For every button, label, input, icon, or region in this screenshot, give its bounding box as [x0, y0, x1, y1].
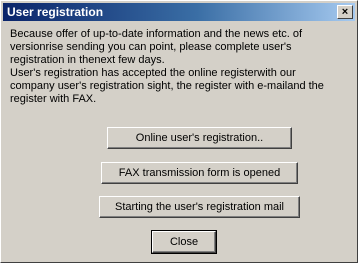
- message-line: versionrise sending you can point, pleas…: [10, 41, 292, 53]
- message-line: Because offer of up-to-date information …: [10, 28, 303, 40]
- message-line: register with FAX.: [10, 93, 97, 105]
- registration-dialog: User registration × Because offer of up-…: [0, 0, 358, 263]
- online-registration-button[interactable]: Online user's registration..: [107, 127, 292, 149]
- registration-message: Because offer of up-to-date information …: [10, 28, 350, 106]
- message-line: User's registration has accepted the onl…: [10, 67, 296, 79]
- title-bar[interactable]: User registration ×: [3, 3, 355, 21]
- close-icon[interactable]: ×: [337, 5, 353, 19]
- close-button[interactable]: Close: [151, 230, 217, 254]
- message-line: registration in thenext few days.: [10, 54, 165, 66]
- registration-mail-button[interactable]: Starting the user's registration mail: [99, 196, 300, 218]
- message-line: company user's registration sight, the r…: [10, 80, 324, 92]
- dialog-title: User registration: [7, 5, 104, 19]
- fax-form-button[interactable]: FAX transmission form is opened: [101, 162, 298, 184]
